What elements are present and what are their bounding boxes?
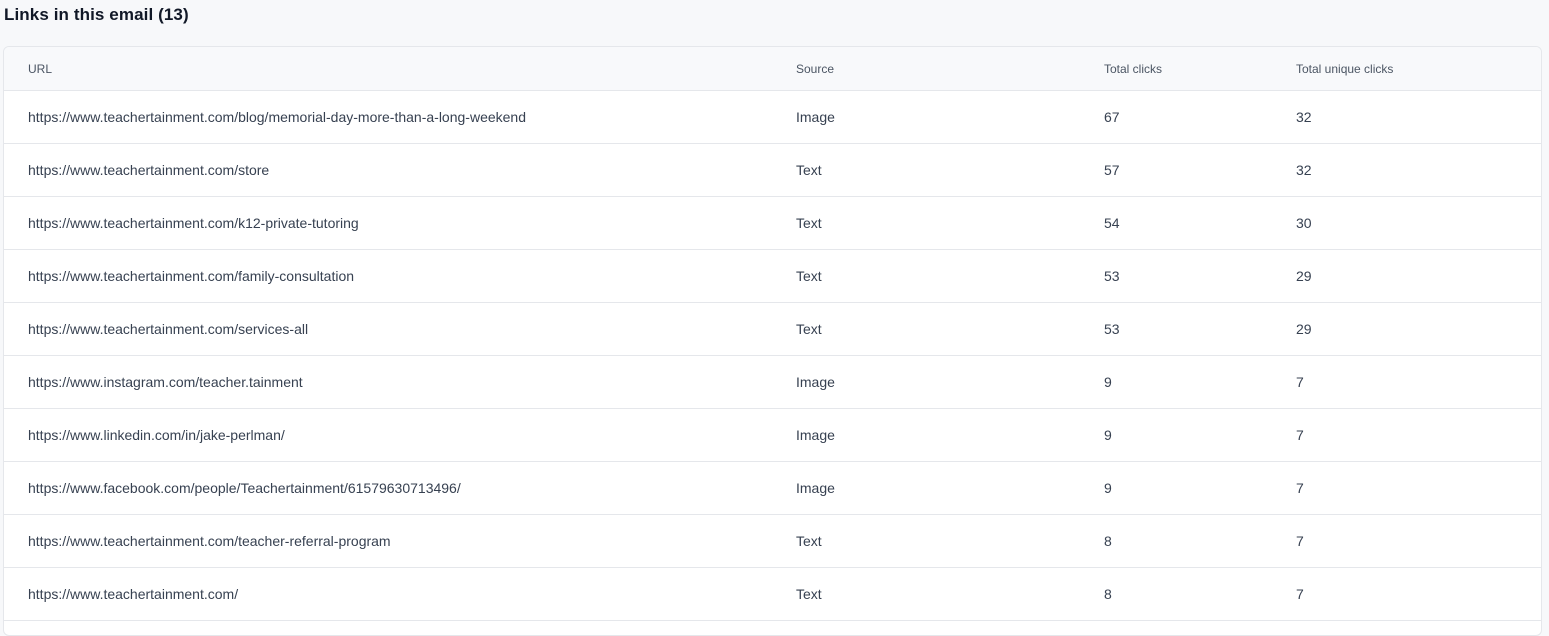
link-url[interactable]: https://www.linkedin.com/in/jake-perlman… bbox=[28, 427, 285, 443]
section-title: Links in this email (13) bbox=[4, 5, 189, 24]
table-row: https://www.teachertainment.com/family-c… bbox=[4, 250, 1541, 303]
header-total-clicks[interactable]: Total clicks bbox=[1104, 62, 1162, 76]
link-total-clicks: 8 bbox=[1104, 586, 1112, 602]
links-table: URL Source Total clicks Total unique cli… bbox=[3, 46, 1542, 636]
link-source: Text bbox=[796, 162, 822, 178]
link-total-clicks: 53 bbox=[1104, 268, 1120, 284]
table-row: https://www.teachertainment.com/store Te… bbox=[4, 144, 1541, 197]
link-total-clicks: 8 bbox=[1104, 533, 1112, 549]
header-url[interactable]: URL bbox=[28, 62, 52, 76]
table-row: https://www.instagram.com/teacher.tainme… bbox=[4, 356, 1541, 409]
link-unique-clicks: 32 bbox=[1296, 109, 1312, 125]
table-row: https://www.linkedin.com/in/jake-perlman… bbox=[4, 409, 1541, 462]
table-row: https://www.facebook.com/people/Teachert… bbox=[4, 462, 1541, 515]
table-row: https://www.teachertainment.com/teacher-… bbox=[4, 515, 1541, 568]
link-url[interactable]: https://www.teachertainment.com/teacher-… bbox=[28, 533, 391, 549]
link-source: Text bbox=[796, 533, 822, 549]
link-source: Text bbox=[796, 586, 822, 602]
link-source: Image bbox=[796, 480, 835, 496]
link-url[interactable]: https://www.teachertainment.com/k12-priv… bbox=[28, 215, 359, 231]
link-unique-clicks: 7 bbox=[1296, 374, 1304, 390]
table-row: https://www.teachertainment.com/ Text 8 … bbox=[4, 568, 1541, 621]
link-url[interactable]: https://www.teachertainment.com/store bbox=[28, 162, 269, 178]
link-unique-clicks: 29 bbox=[1296, 321, 1312, 337]
link-unique-clicks: 7 bbox=[1296, 533, 1304, 549]
header-unique-clicks[interactable]: Total unique clicks bbox=[1296, 62, 1393, 76]
link-unique-clicks: 30 bbox=[1296, 215, 1312, 231]
link-url[interactable]: https://www.teachertainment.com/blog/mem… bbox=[28, 109, 526, 125]
table-row: https://www.teachertainment.com/services… bbox=[4, 303, 1541, 356]
link-source: Text bbox=[796, 268, 822, 284]
link-total-clicks: 9 bbox=[1104, 374, 1112, 390]
link-unique-clicks: 32 bbox=[1296, 162, 1312, 178]
link-source: Image bbox=[796, 374, 835, 390]
link-url[interactable]: https://www.facebook.com/people/Teachert… bbox=[28, 480, 461, 496]
header-source[interactable]: Source bbox=[796, 62, 834, 76]
link-source: Image bbox=[796, 427, 835, 443]
link-url[interactable]: https://www.teachertainment.com/family-c… bbox=[28, 268, 354, 284]
link-url[interactable]: https://www.teachertainment.com/services… bbox=[28, 321, 308, 337]
link-total-clicks: 9 bbox=[1104, 480, 1112, 496]
link-source: Text bbox=[796, 321, 822, 337]
link-total-clicks: 9 bbox=[1104, 427, 1112, 443]
link-unique-clicks: 7 bbox=[1296, 586, 1304, 602]
table-header: URL Source Total clicks Total unique cli… bbox=[4, 47, 1541, 91]
link-source: Image bbox=[796, 109, 835, 125]
link-total-clicks: 57 bbox=[1104, 162, 1120, 178]
link-source: Text bbox=[796, 215, 822, 231]
table-row: https://www.teachertainment.com/k12-priv… bbox=[4, 197, 1541, 250]
link-total-clicks: 67 bbox=[1104, 109, 1120, 125]
link-unique-clicks: 7 bbox=[1296, 480, 1304, 496]
table-row: https://www.teachertainment.com/blog/mem… bbox=[4, 91, 1541, 144]
link-unique-clicks: 7 bbox=[1296, 427, 1304, 443]
link-unique-clicks: 29 bbox=[1296, 268, 1312, 284]
link-url[interactable]: https://www.teachertainment.com/ bbox=[28, 586, 238, 602]
link-total-clicks: 54 bbox=[1104, 215, 1120, 231]
link-url[interactable]: https://www.instagram.com/teacher.tainme… bbox=[28, 374, 303, 390]
link-total-clicks: 53 bbox=[1104, 321, 1120, 337]
